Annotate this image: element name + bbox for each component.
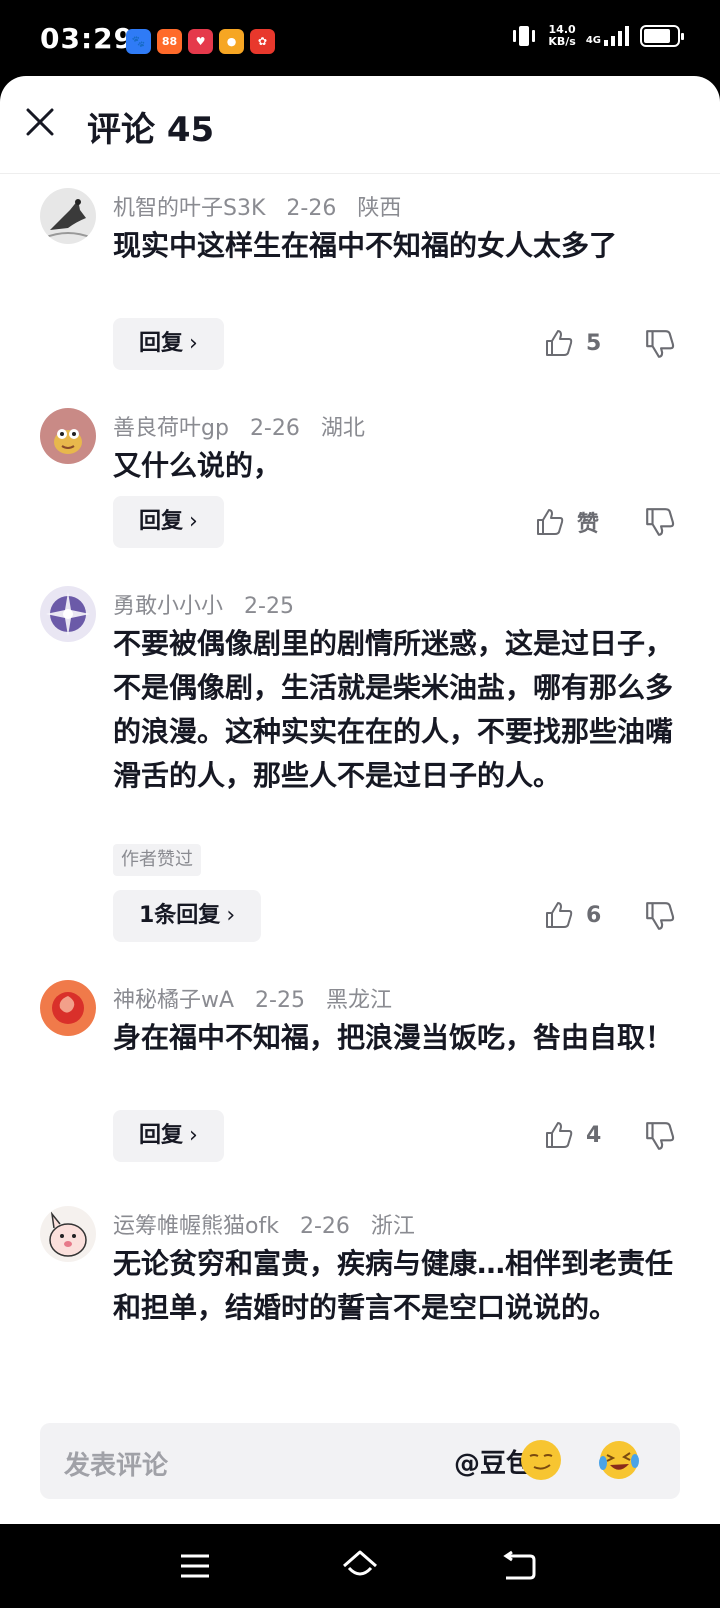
thumbs-down-icon[interactable]	[644, 506, 676, 538]
notification-app-icons: 🐾 88 ♥ ● ✿	[126, 29, 275, 54]
reply-label: 1条回复	[139, 903, 221, 928]
comment-location: 黑龙江	[325, 988, 392, 1013]
comment-username[interactable]: 神秘橘子wA	[113, 988, 234, 1013]
author-liked-badge: 作者赞过	[113, 844, 201, 876]
comment-date: 2-25	[244, 594, 294, 619]
battery-icon	[640, 25, 684, 47]
comment-date: 2-25	[255, 988, 305, 1013]
avatar[interactable]	[40, 408, 96, 464]
network-type: 4G	[585, 35, 601, 46]
comment-location: 湖北	[320, 416, 365, 441]
comment-username[interactable]: 机智的叶子S3K	[113, 196, 265, 221]
net-speed: 14.0 KB/s	[548, 24, 575, 48]
comment-list[interactable]: 机智的叶子S3K 2-26 陕西 现实中这样生在福中不知福的女人太多了 回复 › …	[0, 174, 720, 1484]
cell-signal: 4G	[586, 26, 630, 46]
status-bar: 03:29 🐾 88 ♥ ● ✿ 14.0 KB/s 4G	[0, 0, 720, 80]
chevron-right-icon: ›	[226, 903, 236, 928]
comment-text[interactable]: 又什么说的，	[113, 444, 673, 488]
thumbs-up-icon	[546, 902, 573, 928]
like-button[interactable]: 赞	[535, 506, 599, 538]
system-nav-bar	[0, 1524, 720, 1608]
comment-username[interactable]: 运筹帷幄熊猫ofk	[113, 1214, 279, 1239]
taobao-icon: 88	[157, 29, 182, 54]
comment-text[interactable]: 无论贫穷和富贵，疾病与健康…相伴到老责任和担单，结婚时的誓言不是空口说说的。	[113, 1242, 673, 1330]
comment-location: 陕西	[357, 196, 402, 221]
chevron-right-icon: ›	[189, 1123, 198, 1148]
thumbs-up-icon	[537, 509, 564, 535]
chevron-right-icon: ›	[189, 331, 198, 356]
avatar[interactable]	[40, 980, 96, 1036]
comment-meta: 勇敢小小小 2-25	[113, 588, 308, 620]
red-app-icon: ♥	[188, 29, 213, 54]
thumbs-down-icon[interactable]	[644, 900, 676, 932]
status-time: 03:29	[40, 22, 135, 55]
chevron-right-icon: ›	[189, 509, 198, 534]
thumbs-up-icon	[546, 330, 573, 356]
like-button[interactable]: 5	[544, 328, 601, 358]
comment-location: 浙江	[370, 1214, 415, 1239]
reply-button[interactable]: 回复 ›	[113, 496, 224, 548]
comment-date: 2-26	[249, 416, 300, 441]
reply-label: 回复	[139, 509, 184, 534]
laughing-crying-emoji-icon[interactable]	[598, 1439, 640, 1481]
comment-text[interactable]: 身在福中不知福，把浪漫当饭吃，咎由自取！	[113, 1016, 673, 1060]
pinduoduo-icon: ✿	[250, 29, 275, 54]
back-icon[interactable]	[500, 1546, 540, 1586]
smirk-emoji-icon[interactable]	[520, 1439, 562, 1481]
reply-button[interactable]: 回复 ›	[113, 1110, 224, 1162]
like-count: 4	[586, 1122, 602, 1148]
status-right: 14.0 KB/s 4G	[510, 24, 684, 48]
comment-input-bar[interactable]: 发表评论 @豆包	[40, 1423, 680, 1499]
comment-text[interactable]: 不要被偶像剧里的剧情所迷惑，这是过日子，不是偶像剧，生活就是柴米油盐，哪有那么多…	[113, 622, 673, 798]
signal-icon	[604, 26, 629, 46]
reply-label: 回复	[139, 331, 184, 356]
thumbs-down-icon[interactable]	[644, 1120, 676, 1152]
like-button[interactable]: 4	[544, 1120, 601, 1150]
baidu-map-icon: 🐾	[126, 29, 151, 54]
comment-meta: 机智的叶子S3K 2-26 陕西	[113, 190, 415, 222]
sheet-header: 评论 45	[0, 76, 720, 174]
like-count: 赞	[577, 512, 600, 537]
comment-input[interactable]: 发表评论	[64, 1445, 168, 1482]
net-speed-unit: KB/s	[548, 35, 576, 48]
comment-meta: 神秘橘子wA 2-25 黑龙江	[113, 982, 406, 1014]
thumbs-down-icon[interactable]	[644, 328, 676, 360]
avatar[interactable]	[40, 188, 96, 244]
comment-date: 2-26	[286, 196, 337, 221]
comment-date: 2-26	[299, 1214, 350, 1239]
reply-label: 回复	[139, 1123, 184, 1148]
vibrate-icon	[513, 26, 536, 46]
like-button[interactable]: 6	[544, 900, 601, 930]
close-icon[interactable]	[18, 100, 62, 144]
reply-button[interactable]: 1条回复 ›	[113, 890, 262, 942]
comment-username[interactable]: 勇敢小小小	[113, 594, 223, 619]
avatar[interactable]	[40, 1206, 96, 1262]
avatar[interactable]	[40, 586, 96, 642]
reply-button[interactable]: 回复 ›	[113, 318, 224, 370]
menu-icon[interactable]	[175, 1546, 215, 1586]
like-count: 5	[586, 330, 602, 356]
home-icon[interactable]	[340, 1546, 380, 1586]
orange-app-icon: ●	[219, 29, 244, 54]
comment-sheet: 评论 45 机智的叶子S3K 2-26 陕西 现实中这样生在福中不知福的女人太多…	[0, 76, 720, 1524]
thumbs-up-icon	[546, 1122, 573, 1148]
comment-username[interactable]: 善良荷叶gp	[113, 416, 229, 441]
comment-text[interactable]: 现实中这样生在福中不知福的女人太多了	[113, 224, 673, 268]
comment-meta: 善良荷叶gp 2-26 湖北	[113, 410, 379, 442]
comment-meta: 运筹帷幄熊猫ofk 2-26 浙江	[113, 1208, 429, 1240]
like-count: 6	[586, 902, 602, 928]
comments-title: 评论 45	[87, 110, 215, 150]
